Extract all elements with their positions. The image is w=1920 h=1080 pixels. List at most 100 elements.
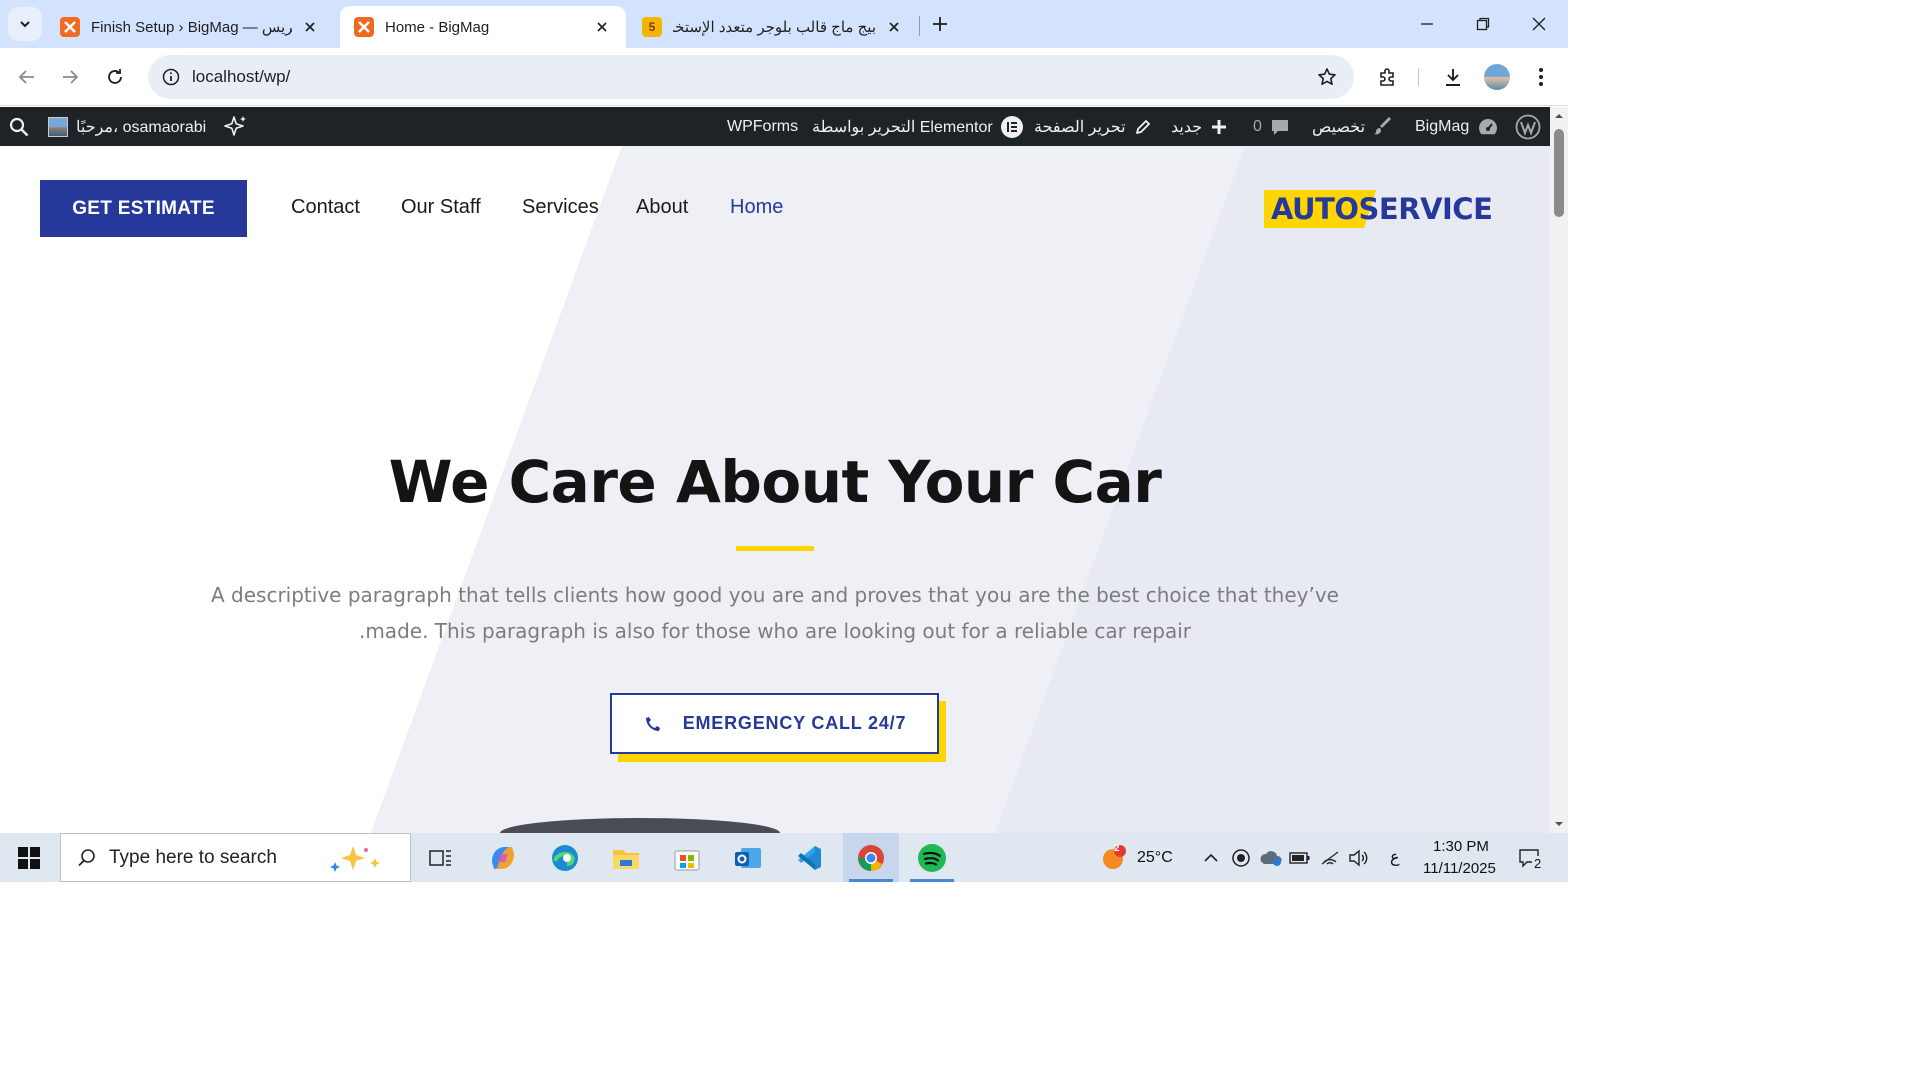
kebab-menu-icon[interactable] [1528,64,1554,90]
site-info-icon[interactable] [160,66,182,88]
new-tab-button[interactable] [928,12,952,36]
task-view-icon[interactable] [413,833,469,882]
title-underline [736,546,814,551]
plus-icon [933,17,947,31]
blogger-icon: 5 [642,17,662,37]
scrollbar-thumb[interactable] [1554,129,1564,217]
wpforms-label: WPForms [727,117,799,135]
dashboard-gauge-icon [1479,118,1498,134]
windows-taskbar: Type here to search 2 25°C ع 1:30 PM 11/… [0,833,1568,882]
pencil-icon [1135,119,1150,134]
vscode-icon[interactable] [781,833,837,882]
ai-sparkle-icon[interactable] [223,107,249,146]
spotify-icon[interactable] [904,833,960,882]
scroll-down-arrow-icon[interactable] [1554,819,1564,829]
wp-admin-bar: مرحبًا، osamaorabi WPForms التحرير بواسط… [0,107,1550,146]
volume-icon[interactable] [1345,833,1371,882]
tab-divider [919,16,920,36]
admin-wpforms[interactable]: WPForms [727,107,798,146]
reload-icon [108,69,122,84]
weather-temp[interactable]: 25°C [1137,849,1173,867]
admin-elementor[interactable]: التحرير بواسطة Elementor [812,107,1023,146]
admin-site-name[interactable]: BigMag [1415,107,1499,146]
taskbar-search-box[interactable]: Type here to search [60,833,411,882]
comment-icon [1271,119,1288,135]
browser-toolbar: localhost/wp/ [0,48,1568,106]
minimize-button[interactable] [1399,0,1455,48]
scroll-up-arrow-icon[interactable] [1554,111,1564,121]
elementor-icon [1000,115,1023,138]
onedrive-icon[interactable] [1257,833,1285,882]
nav-home[interactable]: Home [730,196,783,219]
url-text[interactable]: localhost/wp/ [192,67,290,87]
tab-strip: Finish Setup › BigMag — بريس Home - BigM… [0,0,1568,48]
edge-browser-icon[interactable] [537,833,593,882]
elementor-label: التحرير بواسطة Elementor [812,118,993,136]
emergency-call-button[interactable]: EMERGENCY CALL 24/7 [610,693,939,754]
extensions-icon[interactable] [1375,64,1401,90]
page-scrollbar[interactable] [1550,107,1568,833]
hero-description-line-2: .made. This paragraph is also for those … [358,619,1192,643]
chrome-icon[interactable] [843,833,899,882]
nav-about[interactable]: About [636,196,688,219]
admin-comments[interactable]: 0 [1253,107,1290,146]
get-estimate-button[interactable]: GET ESTIMATE [40,180,247,237]
clock-date[interactable]: 11/11/2025 [1423,860,1496,877]
download-icon[interactable] [1440,64,1466,90]
edit-page-label: تحرير الصفحة [1034,118,1126,136]
file-explorer-icon[interactable] [598,833,654,882]
wordpress-logo-icon[interactable] [1515,107,1541,146]
chevron-down-icon [20,21,30,28]
tab-title: Home - BigMag [385,18,490,36]
copilot-app-icon[interactable] [475,833,531,882]
close-icon[interactable] [884,17,904,37]
keyboard-language[interactable]: ع [1390,847,1400,867]
new-label: جديد [1171,118,1203,136]
tab-blogger-template[interactable]: 5 بيج ماج قالب بلوجر متعدد الإستخدامات [628,6,918,48]
minimize-icon [1421,23,1433,25]
admin-account-menu[interactable]: مرحبًا، osamaorabi [48,107,206,146]
nav-services[interactable]: Services [522,196,599,219]
close-window-button[interactable] [1511,0,1567,48]
close-icon[interactable] [300,17,320,37]
tab-finish-setup[interactable]: Finish Setup › BigMag — بريس [46,6,334,48]
bookmark-star-icon[interactable] [1316,66,1338,88]
nav-contact[interactable]: Contact [291,196,360,219]
record-icon[interactable] [1228,833,1254,882]
battery-icon[interactable] [1287,833,1313,882]
comments-count: 0 [1253,117,1262,135]
nav-our-staff[interactable]: Our Staff [401,196,481,219]
windows-logo-icon [18,846,40,869]
arrow-left-icon [18,70,34,84]
outlook-icon[interactable] [720,833,776,882]
search-icon [78,848,95,866]
tab-home-bigmag[interactable]: Home - BigMag [340,6,626,48]
forward-button[interactable] [54,61,86,93]
reload-button[interactable] [99,61,131,93]
microsoft-store-icon[interactable] [659,833,715,882]
close-icon[interactable] [592,17,612,37]
copilot-sparkle-icon [330,846,380,872]
chevron-up-icon[interactable] [1198,833,1224,882]
weather-icon[interactable] [1094,833,1134,882]
autoservice-logo[interactable]: AUTOSERVICE [1264,190,1512,228]
phone-icon [645,716,660,731]
brush-icon [1374,116,1392,134]
admin-edit-page[interactable]: تحرير الصفحة [1034,107,1152,146]
customize-label: تخصيص [1312,118,1366,136]
notifications-icon[interactable] [1510,833,1550,882]
restore-button[interactable] [1455,0,1511,48]
logo-service-text: SERVICE [1358,192,1493,226]
start-button[interactable] [0,833,58,882]
logo-auto-text: AUTO [1271,192,1359,226]
admin-customize[interactable]: تخصيص [1312,107,1393,146]
admin-search-icon[interactable] [9,107,29,146]
wifi-icon[interactable] [1317,833,1343,882]
tab-search-button[interactable] [8,7,42,41]
address-bar[interactable]: localhost/wp/ [148,55,1354,99]
clock-time[interactable]: 1:30 PM [1433,838,1489,855]
profile-avatar[interactable] [1484,64,1510,90]
page-viewport: GET ESTIMATE Contact Our Staff Services … [0,146,1550,833]
back-button[interactable] [11,61,43,93]
admin-new[interactable]: جديد [1171,107,1228,146]
